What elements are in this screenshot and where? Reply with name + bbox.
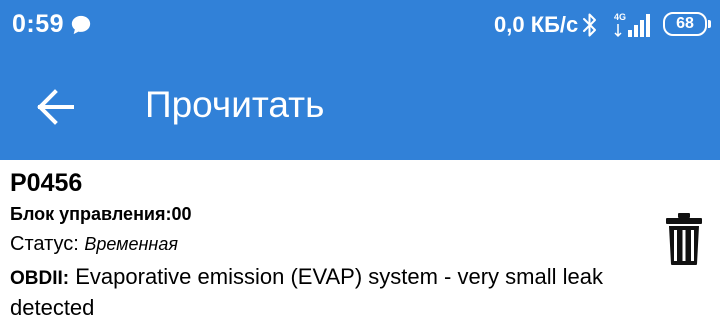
- chat-icon: [71, 15, 91, 35]
- status-bar: 0:59 0,0 КБ/с 4G 68: [0, 0, 720, 52]
- back-button[interactable]: [34, 86, 76, 128]
- ecu-value: 00: [171, 204, 192, 224]
- battery-icon: 68: [663, 12, 711, 36]
- obd-label: OBDII:: [10, 268, 70, 289]
- arrow-left-icon: [37, 89, 74, 125]
- network-speed: 0,0 КБ/с: [494, 12, 579, 37]
- battery-level: 68: [676, 15, 694, 32]
- page-title: Прочитать: [145, 84, 325, 125]
- trash-icon: [666, 213, 702, 265]
- signal-icon: 4G: [614, 12, 650, 38]
- dtc-description: Evaporative emission (EVAP) system - ver…: [10, 264, 603, 320]
- status-line: Статус: Временная: [10, 233, 178, 256]
- status-label: Статус:: [10, 233, 79, 255]
- network-type-label: 4G: [614, 12, 626, 22]
- ecu-line: Блок управления:00: [10, 204, 192, 225]
- app-bar: 0:59 0,0 КБ/с 4G 68 Прочитать: [0, 0, 720, 160]
- dtc-code: P0456: [10, 169, 83, 197]
- status-time: 0:59: [12, 10, 65, 38]
- status-value: Временная: [84, 234, 178, 254]
- ecu-label: Блок управления:: [10, 204, 172, 224]
- delete-button[interactable]: [664, 212, 704, 266]
- obd-line: OBDII: Evaporative emission (EVAP) syste…: [10, 262, 660, 322]
- bluetooth-icon: [583, 13, 596, 37]
- dtc-list-item[interactable]: P0456 Блок управления:00 Статус: Временн…: [0, 163, 720, 322]
